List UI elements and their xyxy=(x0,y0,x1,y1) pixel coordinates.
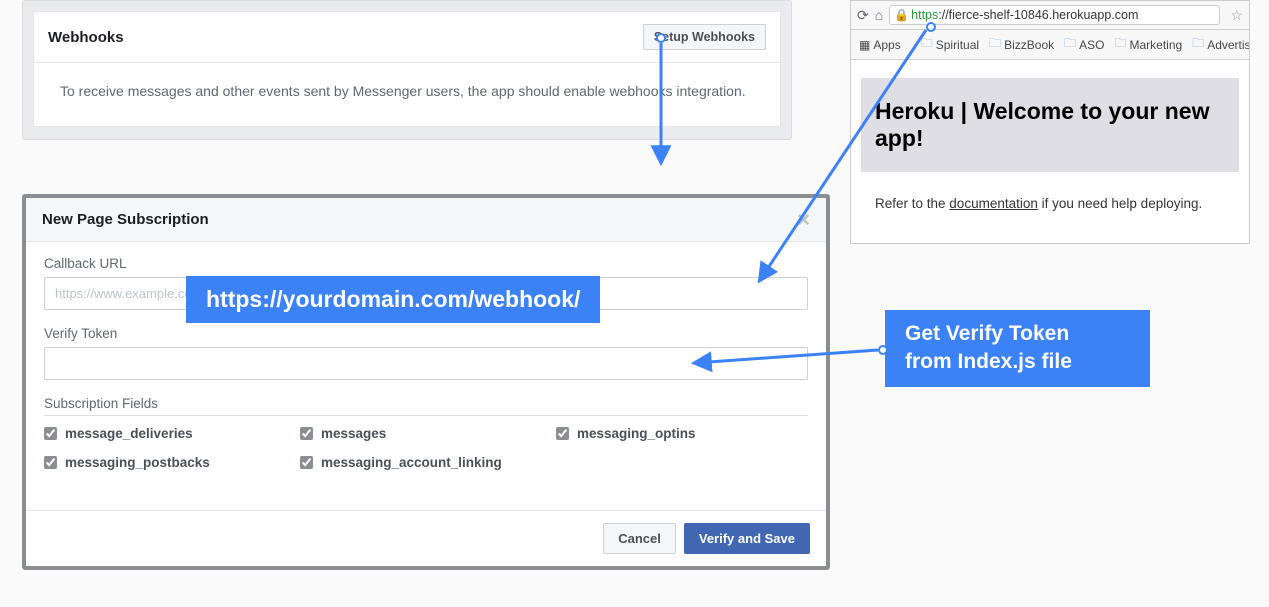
field-item-label: messaging_account_linking xyxy=(321,455,502,470)
apps-icon[interactable]: ▦ Apps xyxy=(859,38,901,52)
bookmark-folder[interactable]: 🗀 Marketing xyxy=(1114,34,1182,55)
checkbox-messages[interactable] xyxy=(300,427,313,440)
verify-token-label: Verify Token xyxy=(44,326,808,341)
browser-window: ⟳ ⌂ 🔒 https://fierce-shelf-10846.herokua… xyxy=(850,0,1250,244)
verify-save-button[interactable]: Verify and Save xyxy=(684,523,810,554)
annotation-dot xyxy=(926,22,936,32)
heroku-text-post: if you need help deploying. xyxy=(1038,196,1202,211)
heroku-banner: Heroku | Welcome to your new app! xyxy=(861,78,1239,172)
bookmark-folder[interactable]: 🗀 Spiritual xyxy=(921,34,979,55)
bookmark-folder[interactable]: 🗀 BizzBook xyxy=(989,34,1054,55)
heroku-text-pre: Refer to the xyxy=(875,196,949,211)
home-icon[interactable]: ⌂ xyxy=(875,7,883,23)
bookmark-folder[interactable]: 🗀 Advertising xyxy=(1192,34,1249,55)
annotation-verify-token: Get Verify Token from Index.js file xyxy=(885,310,1150,387)
dialog-title: New Page Subscription xyxy=(42,211,209,228)
field-item-label: messaging_optins xyxy=(577,426,696,441)
subscription-fields-label: Subscription Fields xyxy=(44,396,808,411)
lock-icon: 🔒 xyxy=(894,8,909,22)
address-bar[interactable]: 🔒 https://fierce-shelf-10846.herokuapp.c… xyxy=(889,5,1220,25)
field-item-messaging_account_linking[interactable]: messaging_account_linking xyxy=(300,455,552,470)
browser-toolbar: ⟳ ⌂ 🔒 https://fierce-shelf-10846.herokua… xyxy=(851,1,1249,30)
subscription-fields-grid: message_deliveries messages messaging_opti… xyxy=(44,426,808,510)
bookmark-star-icon[interactable]: ☆ xyxy=(1226,7,1243,24)
url-host: ://fierce-shelf-10846.herokuapp.com xyxy=(938,8,1138,22)
checkbox-messaging_postbacks[interactable] xyxy=(44,456,57,469)
new-subscription-dialog: New Page Subscription × Callback URL Ver… xyxy=(22,194,830,570)
dialog-header: New Page Subscription × xyxy=(26,198,826,242)
bookmarks-bar: ▦ Apps 🗀 Spiritual 🗀 BizzBook 🗀 ASO 🗀 Marke… xyxy=(851,30,1249,60)
heroku-text: Refer to the documentation if you need h… xyxy=(861,172,1239,215)
checkbox-message_deliveries[interactable] xyxy=(44,427,57,440)
webhooks-panel-body: To receive messages and other events sen… xyxy=(33,62,781,127)
webhooks-title: Webhooks xyxy=(48,29,124,46)
folder-icon: 🗀 xyxy=(1192,34,1204,55)
field-item-message_deliveries[interactable]: message_deliveries xyxy=(44,426,296,441)
browser-viewport: Heroku | Welcome to your new app! Refer … xyxy=(851,60,1249,243)
dialog-footer: Cancel Verify and Save xyxy=(26,510,826,566)
webhooks-description: To receive messages and other events sen… xyxy=(60,83,746,99)
checkbox-messaging_optins[interactable] xyxy=(556,427,569,440)
field-item-messages[interactable]: messages xyxy=(300,426,552,441)
folder-icon: 🗀 xyxy=(989,34,1001,55)
reload-icon[interactable]: ⟳ xyxy=(857,7,869,24)
field-item-label: messaging_postbacks xyxy=(65,455,210,470)
divider xyxy=(44,415,808,416)
annotation-dot xyxy=(878,345,888,355)
folder-icon: 🗀 xyxy=(921,34,933,55)
url-protocol: https xyxy=(911,8,938,22)
bookmark-folder[interactable]: 🗀 ASO xyxy=(1064,34,1104,55)
field-item-messaging_postbacks[interactable]: messaging_postbacks xyxy=(44,455,296,470)
annotation-callback-url: https://yourdomain.com/webhook/ xyxy=(186,276,600,323)
documentation-link[interactable]: documentation xyxy=(949,196,1038,211)
checkbox-messaging_account_linking[interactable] xyxy=(300,456,313,469)
callback-url-label: Callback URL xyxy=(44,256,808,271)
close-icon[interactable]: × xyxy=(797,213,810,227)
webhooks-panel-header: Webhooks Setup Webhooks xyxy=(33,11,781,62)
folder-icon: 🗀 xyxy=(1064,34,1076,55)
field-item-label: message_deliveries xyxy=(65,426,193,441)
field-item-messaging_optins[interactable]: messaging_optins xyxy=(556,426,808,441)
webhooks-panel: Webhooks Setup Webhooks To receive messa… xyxy=(22,0,792,140)
cancel-button[interactable]: Cancel xyxy=(603,523,676,554)
verify-token-input[interactable] xyxy=(44,347,808,380)
annotation-dot xyxy=(656,33,666,43)
folder-icon: 🗀 xyxy=(1114,34,1126,55)
field-item-label: messages xyxy=(321,426,386,441)
